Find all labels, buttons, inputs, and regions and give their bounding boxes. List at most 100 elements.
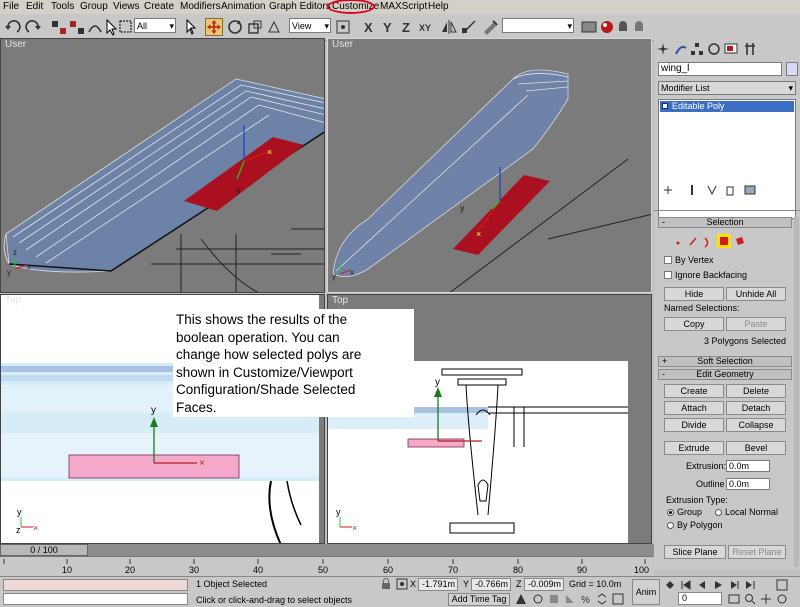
tag-options-icon[interactable]	[532, 593, 544, 605]
spinner-snap-icon[interactable]	[596, 593, 608, 605]
percent-snap-icon[interactable]: %	[580, 593, 592, 605]
paste-button[interactable]: Paste	[726, 317, 786, 331]
bevel-button[interactable]: Bevel	[726, 441, 786, 455]
align-icon[interactable]	[460, 18, 478, 36]
slice-plane-button[interactable]: Slice Plane	[664, 545, 726, 559]
play-icon[interactable]	[712, 579, 724, 591]
menu-modifiers[interactable]: Modifiers	[180, 1, 221, 13]
display-tab-icon[interactable]	[724, 42, 738, 56]
undo-icon[interactable]	[4, 18, 22, 36]
select-and-link-icon[interactable]	[50, 18, 68, 36]
z-coordinate-field[interactable]: -0.009m	[524, 578, 564, 591]
manipulate-icon[interactable]	[265, 18, 283, 36]
copy-button[interactable]: Copy	[664, 317, 724, 331]
selection-rollout-header[interactable]: Selection -	[658, 217, 792, 228]
time-configuration-icon[interactable]	[728, 593, 740, 605]
extrude-button[interactable]: Extrude	[664, 441, 724, 455]
menu-views[interactable]: Views	[113, 1, 140, 13]
add-time-tag-icon[interactable]	[515, 593, 527, 605]
menu-edit[interactable]: Edit	[26, 1, 43, 13]
panel-scrollbar[interactable]	[794, 217, 799, 567]
create-button[interactable]: Create	[664, 384, 724, 398]
outline-spinner[interactable]: 0.0m	[726, 478, 770, 490]
border-icon[interactable]	[704, 237, 709, 248]
select-and-scale-icon[interactable]	[246, 18, 264, 36]
vertex-icon[interactable]	[676, 241, 680, 245]
hide-button[interactable]: Hide	[664, 287, 724, 301]
edit-geometry-rollout-header[interactable]: Edit Geometry -	[658, 369, 792, 380]
snap-icon[interactable]	[548, 593, 560, 605]
angle-snap-icon[interactable]	[564, 593, 576, 605]
menu-graph-editors[interactable]: Graph Editors	[269, 1, 331, 13]
element-icon[interactable]	[736, 237, 744, 245]
ignore-backfacing-checkbox[interactable]	[664, 271, 672, 279]
select-and-move-icon[interactable]	[205, 18, 223, 36]
attach-button[interactable]: Attach	[664, 401, 724, 415]
absolute-mode-icon[interactable]	[396, 578, 408, 590]
by-vertex-checkbox[interactable]	[664, 256, 672, 264]
viewport-top-right[interactable]: y × y x User	[327, 38, 652, 293]
object-name-input[interactable]: wing_l	[658, 62, 782, 76]
unhide-all-button[interactable]: Unhide All	[726, 287, 786, 301]
restrict-to-y-icon[interactable]: Y	[379, 18, 397, 36]
quick-render-icon[interactable]	[630, 18, 648, 36]
menu-create[interactable]: Create	[144, 1, 174, 13]
lock-selection-icon[interactable]	[380, 578, 392, 590]
motion-tab-icon[interactable]	[707, 42, 721, 56]
pivot-center-icon[interactable]	[334, 18, 352, 36]
menu-file[interactable]: File	[3, 1, 19, 13]
soft-selection-rollout-header[interactable]: Soft Selection +	[658, 356, 792, 367]
redo-icon[interactable]	[24, 18, 42, 36]
mirror-icon[interactable]	[440, 18, 458, 36]
zoom-icon[interactable]	[744, 593, 756, 605]
add-time-tag-button[interactable]: Add Time Tag	[448, 593, 510, 606]
configure-modifier-sets-icon[interactable]	[744, 184, 756, 196]
viewport-top-left[interactable]: × y y x z User	[0, 38, 325, 293]
remove-modifier-icon[interactable]	[724, 184, 736, 196]
set-key-icon[interactable]	[664, 579, 676, 591]
maxscript-listener-mini[interactable]	[3, 579, 188, 591]
restrict-to-z-icon[interactable]: Z	[398, 18, 416, 36]
show-end-result-icon[interactable]	[686, 184, 698, 196]
delete-button[interactable]: Delete	[726, 384, 786, 398]
selection-filter-dropdown[interactable]: All ▾	[134, 18, 176, 33]
menu-maxscript[interactable]: MAXScript	[380, 1, 427, 13]
viewport-label[interactable]: User	[332, 39, 353, 50]
restrict-to-xy-icon[interactable]: XY	[418, 18, 436, 36]
stack-item-expand-icon[interactable]	[662, 103, 668, 109]
extrusion-spinner[interactable]: 0.0m	[726, 460, 770, 472]
restrict-to-x-icon[interactable]: X	[360, 18, 378, 36]
named-selection-set-dropdown[interactable]: ▾	[502, 18, 574, 33]
select-by-name-icon[interactable]	[183, 18, 201, 36]
detach-button[interactable]: Detach	[726, 401, 786, 415]
named-selection-icon[interactable]	[481, 18, 499, 36]
menu-group[interactable]: Group	[80, 1, 108, 13]
track-view-icon[interactable]	[580, 18, 598, 36]
hierarchy-tab-icon[interactable]	[690, 42, 704, 56]
go-to-end-icon[interactable]	[744, 579, 756, 591]
modify-tab-icon[interactable]	[674, 42, 688, 56]
y-coordinate-field[interactable]: -0.766m	[471, 578, 511, 591]
previous-frame-icon[interactable]	[696, 579, 708, 591]
local-normal-radio[interactable]	[715, 509, 722, 516]
current-frame-field[interactable]: 0	[678, 592, 722, 605]
by-polygon-radio[interactable]	[667, 522, 674, 529]
reference-coordinate-dropdown[interactable]: View ▾	[289, 18, 331, 33]
reset-plane-button[interactable]: Reset Plane	[728, 545, 786, 559]
create-tab-icon[interactable]	[656, 42, 670, 56]
rectangular-selection-icon[interactable]	[117, 18, 135, 36]
menu-help[interactable]: Help	[428, 1, 449, 13]
viewport-label[interactable]: Top	[5, 295, 21, 306]
menu-animation[interactable]: Animation	[221, 1, 265, 13]
viewport-label[interactable]: Top	[332, 295, 348, 306]
edit-named-selections-icon[interactable]	[612, 593, 624, 605]
track-bar[interactable]: 10 20 30 40 50 60 70 80 90 100	[0, 556, 654, 577]
stack-item-editable-poly[interactable]: Editable Poly	[660, 101, 794, 112]
orbit-icon[interactable]	[776, 593, 788, 605]
make-unique-icon[interactable]	[706, 184, 718, 196]
next-frame-icon[interactable]	[728, 579, 740, 591]
select-and-rotate-icon[interactable]	[226, 18, 244, 36]
divide-button[interactable]: Divide	[664, 418, 724, 432]
animate-mode-button[interactable]: Anim	[632, 579, 660, 605]
time-slider-thumb[interactable]: 0 / 100	[0, 544, 88, 556]
